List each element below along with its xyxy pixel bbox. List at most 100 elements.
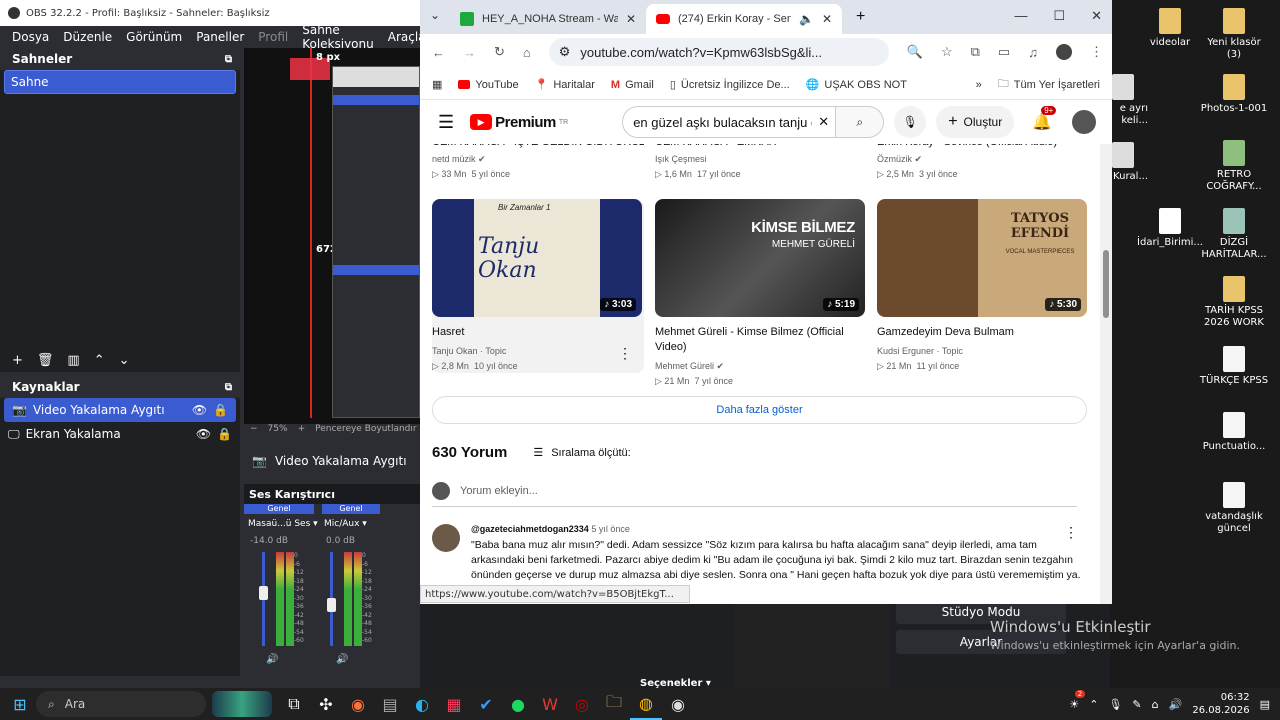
video-card-gamzedeyim[interactable]: TATYOS EFENDİ VOCAL MASTERPIECES ♪ 5:30 … xyxy=(877,199,1089,374)
video-title[interactable]: Hasret xyxy=(432,325,644,340)
menu-dosya[interactable]: Dosya xyxy=(12,30,49,44)
desktop-icon-videolar[interactable]: videolar xyxy=(1135,8,1205,49)
bookmark-haritalar[interactable]: 📍 Haritalar xyxy=(535,78,595,92)
all-bookmarks[interactable]: 🗀 Tüm Yer İşaretleri xyxy=(998,75,1112,94)
source-item-screen-capture[interactable]: 🖵 Ekran Yakalama 👁 🔒 xyxy=(0,422,240,446)
volume-slider[interactable] xyxy=(259,552,268,646)
menu-paneller[interactable]: Paneller xyxy=(196,30,244,44)
menu-sahne-koleksiyonu[interactable]: Sahne Koleksiyonu xyxy=(302,23,374,51)
scene-filter-icon[interactable]: ▥ xyxy=(67,353,79,368)
close-window-icon[interactable]: ✕ xyxy=(1091,8,1102,24)
close-tab-icon[interactable]: ✕ xyxy=(626,12,636,26)
reload-icon[interactable]: ↻ xyxy=(494,44,505,60)
menu-dots-icon[interactable]: ⋮ xyxy=(1090,44,1103,60)
video-card-hasret[interactable]: Bir Zamanlar 1 Tanju Okan ♪ 3:03 Hasret … xyxy=(432,199,644,373)
create-button[interactable]: + Oluştur xyxy=(936,106,1015,138)
desktop-icon-punctuation[interactable]: Punctuatio... xyxy=(1199,412,1269,453)
desktop-icon-retro-cografya[interactable]: RETRO COĞRAFY... xyxy=(1199,140,1269,193)
video-channel[interactable]: Işık Çeşmesi xyxy=(655,152,867,167)
bookmark-youtube[interactable]: YouTube xyxy=(458,79,519,91)
bookmark-gmail[interactable]: M Gmail xyxy=(611,79,654,91)
weather-icon[interactable]: ☀ 2 xyxy=(1069,689,1086,711)
forward-icon[interactable]: → xyxy=(463,45,476,60)
wps-office-icon[interactable]: W xyxy=(534,688,566,720)
undock-icon[interactable]: ⧉ xyxy=(225,54,232,65)
scrollbar-thumb[interactable] xyxy=(1103,250,1109,318)
edge-icon[interactable]: ◐ xyxy=(406,688,438,720)
minimize-icon[interactable]: — xyxy=(1014,8,1027,24)
clear-search-icon[interactable]: ✕ xyxy=(812,114,835,130)
network-icon[interactable]: ⌂ xyxy=(1152,698,1159,711)
volume-slider-knob[interactable] xyxy=(327,598,336,612)
desktop-icon-yeni-klasor[interactable]: Yeni klasör (3) xyxy=(1199,8,1269,61)
page-scrollbar[interactable] xyxy=(1100,100,1112,604)
notification-center-icon[interactable]: ▤ xyxy=(1260,698,1270,711)
volume-slider-knob[interactable] xyxy=(259,586,268,600)
video-title[interactable]: Gamzedeyim Deva Bulmam xyxy=(877,325,1089,340)
todo-icon[interactable]: ✔ xyxy=(470,688,502,720)
tab-hey-a-noha[interactable]: HEY_A_NOHA Stream - Watch L ✕ xyxy=(450,4,646,34)
volume-icon[interactable]: 🔊 xyxy=(1169,698,1183,711)
eye-icon[interactable]: 👁 xyxy=(192,403,207,417)
scene-item-sahne[interactable]: Sahne xyxy=(4,70,236,94)
show-more-button[interactable]: Daha fazla göster xyxy=(432,396,1087,424)
remove-scene-icon[interactable]: 🗑 xyxy=(37,353,54,368)
search-input[interactable]: en güzel aşkı bulacaksın tanju oka ✕ xyxy=(622,106,837,138)
file-explorer-icon[interactable]: 🗀 xyxy=(598,688,630,720)
audio-playing-icon[interactable]: 🔈 xyxy=(799,12,814,26)
undock-icon[interactable]: ⧉ xyxy=(225,382,232,393)
url-field[interactable]: ⚙ youtube.com/watch?v=Kpmw63lsbSg&li... xyxy=(548,38,889,66)
desktop-icon-turkce-kpss[interactable]: TÜRKÇE KPSS xyxy=(1199,346,1269,387)
clock[interactable]: 06:32 26.08.2026 xyxy=(1192,691,1249,717)
lock-icon[interactable]: 🔒 xyxy=(213,403,228,417)
profile-avatar[interactable] xyxy=(1055,44,1072,60)
video-channel[interactable]: Mehmet Güreli ✔ xyxy=(655,359,867,374)
desktop-icon-vatandaslik[interactable]: vatandaşlık güncel xyxy=(1199,482,1269,535)
chrome-icon[interactable]: ◍ xyxy=(630,688,662,720)
account-avatar[interactable] xyxy=(1072,110,1097,134)
more-bookmarks-icon[interactable]: » xyxy=(976,79,982,91)
commenter-avatar[interactable] xyxy=(432,524,460,552)
volume-slider[interactable] xyxy=(327,552,336,646)
video-thumbnail[interactable]: KİMSE BİLMEZ MEHMET GÜRELİ ♪ 5:19 xyxy=(655,199,865,317)
channel-desktop-audio[interactable]: Masaü...ü Ses ▾ xyxy=(248,519,318,529)
bookmark-star-icon[interactable]: ☆ xyxy=(941,44,953,60)
bookmark-ingilizce[interactable]: ▯ Ücretsiz İngilizce De... xyxy=(670,78,790,92)
windows-start-icon[interactable]: ⊞ xyxy=(4,688,36,720)
taskbar-search[interactable]: ⌕ Ara xyxy=(36,691,206,717)
app-icon[interactable]: ▦ xyxy=(438,688,470,720)
desktop-icon-idari-birimi[interactable]: İdari_Birimi... xyxy=(1135,208,1205,249)
menu-profil[interactable]: Profil xyxy=(258,30,288,44)
search-button[interactable]: ⌕ xyxy=(836,106,885,138)
media-control-icon[interactable]: ♫ xyxy=(1028,45,1038,60)
maximize-icon[interactable]: ☐ xyxy=(1053,8,1065,24)
speaker-icon[interactable]: 🔊 xyxy=(266,654,278,665)
back-icon[interactable]: ← xyxy=(432,45,445,60)
app-red-icon[interactable]: ◎ xyxy=(566,688,598,720)
desktop-icon-photos[interactable]: Photos-1-001 xyxy=(1199,74,1269,115)
site-info-icon[interactable]: ⚙ xyxy=(559,44,571,60)
fit-to-window[interactable]: Pencereye Boyutlandır xyxy=(315,424,416,440)
zoom-out-icon[interactable]: − xyxy=(250,424,258,440)
menu-gorunum[interactable]: Görünüm xyxy=(126,30,182,44)
video-channel[interactable]: Tanju Okan · Topic xyxy=(432,344,644,359)
new-tab-icon[interactable]: + xyxy=(856,8,865,26)
file-manager-icon[interactable]: ▤ xyxy=(374,688,406,720)
widgets-icon[interactable] xyxy=(212,691,272,717)
chatgpt-icon[interactable]: ✣ xyxy=(310,688,342,720)
hamburger-menu-icon[interactable]: ☰ xyxy=(438,112,454,133)
source-item-video-capture[interactable]: 📷 Video Yakalama Aygıtı 👁 🔒 xyxy=(4,398,236,422)
video-title[interactable]: Mehmet Güreli - Kimse Bilmez (Official V… xyxy=(655,325,867,355)
tab-youtube[interactable]: (274) Erkin Koray - Seni Her 🔈 ✕ xyxy=(646,4,842,34)
desktop-icon-tarih-kpss[interactable]: TARİH KPSS 2026 WORK xyxy=(1199,276,1269,329)
desktop-icon-dizgi-haritalar[interactable]: DİZGİ HARİTALAR... xyxy=(1199,208,1269,261)
home-icon[interactable]: ⌂ xyxy=(523,45,531,60)
pen-icon[interactable]: ✎ xyxy=(1132,698,1141,711)
video-thumbnail[interactable]: TATYOS EFENDİ VOCAL MASTERPIECES ♪ 5:30 xyxy=(877,199,1087,317)
menu-duzenle[interactable]: Düzenle xyxy=(63,30,112,44)
notifications-bell-icon[interactable]: 🔔 9+ xyxy=(1032,106,1057,132)
comment-input[interactable]: Yorum ekleyin... xyxy=(460,485,538,497)
comment-actions-icon[interactable]: ⋮ xyxy=(1064,524,1078,541)
video-channel[interactable]: netd müzik ✔ xyxy=(432,152,644,167)
channel-mic-aux[interactable]: Mic/Aux ▾ xyxy=(324,519,367,529)
